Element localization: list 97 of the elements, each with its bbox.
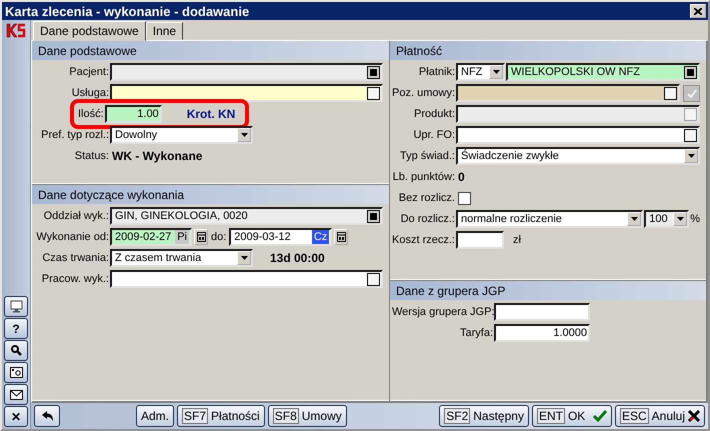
back-arrow-icon: [40, 410, 54, 422]
sidebar-button[interactable]: [4, 362, 28, 383]
info-value: WK - Wykonane: [112, 149, 202, 163]
calendar-icon: [336, 232, 346, 242]
select-field[interactable]: Z czasem trwania: [110, 249, 253, 267]
lookup-button[interactable]: [367, 86, 380, 100]
field-label: Koszt rzecz.:: [392, 234, 455, 246]
field-label: Pref. typ rozl.:: [40, 129, 109, 141]
lookup-button[interactable]: [664, 86, 677, 100]
section-header: Płatność: [390, 41, 706, 60]
lookup-field[interactable]: [110, 270, 383, 288]
window-title: Karta zlecenia - wykonanie - dodawanie: [5, 4, 250, 18]
lookup-field[interactable]: [456, 84, 680, 102]
field-label: Do rozlicz.:: [400, 213, 455, 225]
photo-icon: [10, 367, 22, 378]
logo-icon: [6, 23, 26, 38]
field-label: Pracow. wyk.:: [40, 273, 109, 285]
sidebar-button[interactable]: ?: [4, 318, 28, 339]
lookup-button[interactable]: [367, 66, 380, 78]
field-label: Lb. punktów:: [392, 171, 455, 183]
text-field[interactable]: 1.0000: [494, 324, 590, 342]
sidebar-button[interactable]: [4, 296, 28, 317]
lookup-field[interactable]: [110, 84, 383, 102]
section-header: Dane z grupera JGP: [390, 281, 706, 300]
weekday-button[interactable]: Cz: [312, 230, 330, 244]
calendar-icon: [196, 232, 206, 242]
mail-icon: [10, 390, 22, 400]
field-label: Pacjent:: [68, 66, 109, 78]
currency-label: zł: [513, 234, 521, 246]
dropdown-arrow-icon: [492, 70, 500, 74]
section-header: Dane podstawowe: [32, 41, 389, 60]
action-button[interactable]: SF8 Umowy: [268, 405, 347, 427]
dropdown-arrow-icon: [676, 217, 684, 221]
quantity-field[interactable]: 1.00: [104, 105, 162, 123]
action-button[interactable]: SF7 Płatności: [177, 405, 265, 427]
lookup-field[interactable]: [110, 63, 383, 81]
dropdown-arrow-icon: [240, 256, 248, 260]
date-field[interactable]: 2009-03-12 Cz: [229, 228, 332, 246]
field-label: Wykonanie od:: [35, 231, 109, 243]
check-icon: [592, 410, 607, 422]
dropdown-arrow-icon: [240, 133, 248, 137]
monitor-icon: [10, 300, 22, 313]
calendar-button[interactable]: [334, 229, 348, 245]
dropdown-arrow-icon: [630, 217, 638, 221]
search-icon: [10, 345, 22, 356]
field-label: Upr. FO:: [412, 129, 455, 141]
unit-label: Krot. KN: [186, 107, 236, 121]
payer-select[interactable]: NFZ: [456, 63, 505, 81]
action-button[interactable]: ESC Anuluj: [614, 405, 705, 427]
close-button[interactable]: [690, 4, 706, 18]
tab[interactable]: Inne: [146, 22, 184, 40]
sidebar-button[interactable]: [4, 340, 28, 361]
weekday-button[interactable]: Pi: [175, 230, 189, 244]
sidebar-button[interactable]: [4, 384, 28, 405]
field-label: Płatnik:: [418, 66, 455, 78]
field-label: Status:: [74, 150, 109, 162]
select-field[interactable]: normalne rozliczenie: [456, 210, 644, 228]
tab[interactable]: Dane podstawowe: [33, 21, 146, 41]
calendar-button[interactable]: [194, 229, 208, 245]
action-button[interactable]: ENT OK: [532, 405, 612, 427]
text-field[interactable]: [494, 303, 590, 321]
field-label: Ilość:: [78, 108, 104, 120]
field-label: Typ świad.:: [398, 150, 455, 162]
date-field[interactable]: 2009-02-27 Pi: [110, 228, 192, 246]
close-icon: [694, 8, 702, 14]
lookup-field[interactable]: GIN, GINEKOLOGIA, 0020: [110, 207, 383, 225]
percent-select[interactable]: 100: [644, 210, 690, 228]
field-label: Poz. umowy:: [392, 87, 455, 99]
cross-icon: [688, 410, 700, 422]
section-header: Dane dotyczące wykonania: [32, 185, 389, 204]
info-value: 0: [458, 170, 465, 184]
field-label: Taryfa:: [458, 327, 493, 339]
lookup-button[interactable]: [367, 210, 380, 222]
dropdown-arrow-icon: [688, 154, 694, 158]
duration-text: 13d 00:00: [270, 251, 325, 265]
lookup-field[interactable]: [456, 126, 700, 144]
field-label: Bez rozlicz.: [398, 192, 455, 204]
field-label: do:: [211, 231, 226, 243]
select-field[interactable]: Dowolny: [110, 126, 253, 144]
field-label: Produkt:: [413, 108, 455, 120]
payer-name-field[interactable]: WIELKOPOLSKI OW NFZ: [506, 63, 700, 81]
amount-field[interactable]: [456, 231, 504, 249]
action-button[interactable]: SF2 Następny: [439, 405, 529, 427]
field-label: Czas trwania:: [41, 252, 109, 264]
field-label: Usługa:: [70, 87, 109, 99]
lookup-button[interactable]: [684, 66, 697, 78]
lookup-button[interactable]: [367, 272, 380, 286]
lookup-button[interactable]: [684, 128, 697, 142]
action-button[interactable]: Adm.: [136, 405, 174, 427]
field-label: Wersja grupera JGP:: [392, 306, 493, 318]
checkbox[interactable]: [458, 192, 471, 204]
sidebar-button[interactable]: ✕: [4, 406, 28, 427]
check-icon: [686, 88, 696, 98]
percent-sign: %: [690, 213, 700, 225]
field-label: Oddział wyk.:: [42, 210, 109, 222]
back-button[interactable]: [34, 405, 60, 427]
select-field[interactable]: Świadczenie zwykłe: [456, 147, 700, 165]
